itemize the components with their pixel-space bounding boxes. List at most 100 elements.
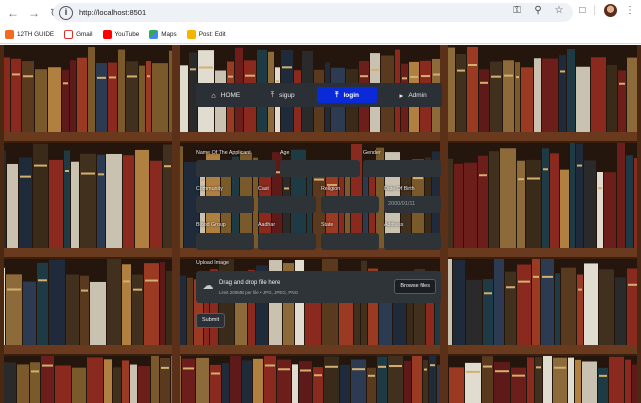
submit-button[interactable]: Submit xyxy=(196,313,226,328)
community-input[interactable] xyxy=(196,196,254,213)
nav-home[interactable]: ⌂ HOME xyxy=(203,87,248,103)
spine-band xyxy=(98,173,104,176)
book-spine xyxy=(48,67,61,132)
spine-band xyxy=(123,280,130,283)
nav-home-label: HOME xyxy=(220,91,241,99)
bookmark-maps[interactable]: Maps xyxy=(149,29,177,39)
spine-band xyxy=(127,75,137,78)
blood-group-input[interactable] xyxy=(196,233,254,250)
aadhar-input[interactable] xyxy=(258,233,316,250)
book-spine xyxy=(607,64,617,132)
menu-kebab-icon[interactable]: ⋮ xyxy=(625,5,635,16)
url-text: http://localhost:8501 xyxy=(79,8,147,17)
book-spine xyxy=(494,362,510,403)
cast-input[interactable] xyxy=(258,196,316,213)
book-spine xyxy=(553,357,567,403)
file-dropzone[interactable]: ☁ Drag and drop file here Limit 200MB pe… xyxy=(196,271,441,303)
spine-band xyxy=(560,70,565,73)
key-icon[interactable]: ⚿ xyxy=(511,5,523,16)
book-spine xyxy=(122,264,131,345)
book-spine xyxy=(582,361,597,403)
label-age: Age xyxy=(280,150,290,156)
age-input[interactable] xyxy=(280,160,360,177)
book-spine xyxy=(423,359,428,403)
book-spine xyxy=(187,277,193,345)
spine-band xyxy=(325,365,338,368)
forward-arrow-icon[interactable]: → xyxy=(25,4,43,22)
app-page: ⌂ HOME ⤒ sigup ⤒ login ▸ Admin Name Of T… xyxy=(0,45,641,403)
nav-sigup[interactable]: ⤒ sigup xyxy=(263,87,303,103)
book-spine xyxy=(479,69,489,132)
book-spine xyxy=(515,62,520,132)
book-spine xyxy=(55,365,71,403)
book-spine xyxy=(77,57,87,132)
spine-band xyxy=(430,364,435,367)
blogger-icon xyxy=(186,29,196,39)
book-spine xyxy=(449,367,464,403)
site-info-icon[interactable]: i xyxy=(59,5,73,20)
book-spine xyxy=(527,357,534,403)
address-input[interactable] xyxy=(384,233,441,250)
spine-band xyxy=(145,279,158,282)
gender-input[interactable] xyxy=(363,160,441,177)
book-spine xyxy=(210,364,221,403)
religion-input[interactable] xyxy=(321,196,379,213)
book-spine xyxy=(467,46,478,132)
divider: | xyxy=(593,5,596,16)
book-spine xyxy=(584,263,598,345)
book-spine xyxy=(122,360,129,403)
bookmark-12th-guide[interactable]: 12TH GUIDE xyxy=(5,29,54,39)
date-of-birth-input[interactable]: 2000/01/11 xyxy=(384,196,441,213)
book-spine xyxy=(151,354,159,403)
extensions-icon[interactable]: □ xyxy=(579,5,585,16)
book-spine xyxy=(429,354,436,403)
book-spine xyxy=(505,271,516,345)
bookmark-youtube[interactable]: YouTube xyxy=(102,29,140,39)
book-spine xyxy=(550,153,559,248)
book-spine xyxy=(575,359,581,403)
book-spine xyxy=(299,361,312,403)
book-spine xyxy=(88,47,95,132)
book-spine xyxy=(404,360,411,403)
applicant-name-input[interactable] xyxy=(196,160,276,177)
book-spine xyxy=(568,357,574,403)
book-spine xyxy=(17,364,29,403)
book-spine xyxy=(152,63,168,132)
nav-admin[interactable]: ▸ Admin xyxy=(392,87,435,103)
spine-band xyxy=(619,82,625,85)
book-spine xyxy=(90,281,106,345)
spine-band xyxy=(211,372,220,375)
book-spine xyxy=(71,161,79,248)
spine-band xyxy=(42,364,53,367)
bookmark-label: Maps xyxy=(161,30,177,38)
browse-files-button[interactable]: Browse files xyxy=(394,279,436,294)
address-bar[interactable]: i http://localhost:8501 ⚿ ⚲ ☆ xyxy=(53,3,573,22)
book-spine xyxy=(576,143,583,248)
spine-band xyxy=(278,368,290,371)
gmail-icon xyxy=(64,29,74,39)
back-arrow-icon[interactable]: ← xyxy=(4,4,22,22)
book-spine xyxy=(625,359,631,403)
bookmark-post-edit[interactable]: Post: Edit xyxy=(186,29,226,39)
bookmark-gmail[interactable]: Gmail xyxy=(64,29,93,39)
book-spine xyxy=(196,357,209,403)
bookmark-label: YouTube xyxy=(114,30,140,38)
label-upload-image: Upload Image xyxy=(196,260,229,266)
caret-right-icon: ▸ xyxy=(399,90,404,100)
zoom-icon[interactable]: ⚲ xyxy=(532,5,544,16)
label-address: Address xyxy=(384,222,404,228)
nav-admin-label: Admin xyxy=(408,91,427,99)
spine-band xyxy=(599,374,607,377)
book-spine xyxy=(108,62,117,132)
book-spine xyxy=(465,362,481,403)
spine-band xyxy=(466,370,480,373)
state-input[interactable] xyxy=(321,233,379,250)
book-spine xyxy=(64,150,70,248)
nav-login[interactable]: ⤒ login xyxy=(317,87,378,103)
spine-band xyxy=(543,168,548,171)
spine-band xyxy=(20,175,31,178)
shelf-board-shadow xyxy=(0,257,641,259)
book-spine xyxy=(230,355,241,403)
star-icon[interactable]: ☆ xyxy=(553,5,565,16)
profile-avatar[interactable] xyxy=(604,4,617,17)
